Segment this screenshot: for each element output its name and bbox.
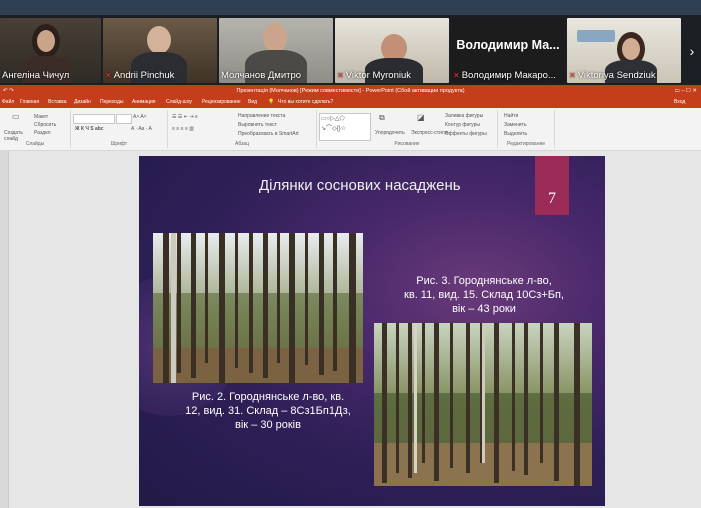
tell-me-box[interactable]: Что вы хотите сделать? [278,97,333,108]
group-label: Редактирование [506,141,546,147]
layout-button[interactable]: Макет [34,114,48,120]
lightbulb-icon: 💡 [268,99,275,105]
tab-insert[interactable]: Вставка [48,97,67,108]
forest-photo-1-image [153,233,363,383]
align-icon[interactable]: ≡ ≡ ≡ ≡ ▥ [172,126,194,132]
tab-file[interactable]: Файл [2,97,14,108]
shape-fill-button[interactable]: Заливка фигуры [445,113,483,119]
replace-button[interactable]: Заменить [504,122,526,128]
slide-title: Ділянки соснових насаджень [259,177,461,194]
participant-video-off-label: Володимир Ма... [456,38,560,52]
find-button[interactable]: Найти [504,113,518,119]
tab-slideshow[interactable]: Слайд-шоу [166,97,192,108]
shapes-icon: ▭○▷△⬠ [321,116,345,122]
signin-link[interactable]: Вход [674,97,685,108]
caption-figure-3: Рис. 3. Городнянське л-во, кв. 11, вид. … [379,274,589,316]
tab-animation[interactable]: Анимация [132,97,155,108]
mic-muted-icon: ✕ [337,71,344,80]
participant-tile[interactable]: Молчанов Дмитро [219,18,333,83]
participant-tile[interactable]: Ангеліна Чичул [0,18,101,83]
window-title: Презентація (Молчанов) [Режим совместимо… [236,88,465,94]
caption-figure-2: Рис. 2. Городнянське л-во, кв. 12, вид. … [143,390,393,432]
caption-line: 12, вид. 31. Склад – 8Сз1Бп1Дз, [185,405,351,417]
mic-muted-icon: ✕ [453,71,460,80]
ribbon-group-editing: Найти Заменить Выделить Редактирование [498,110,555,148]
ribbon-group-slides: ▭ Создать слайд Макет Сбросить Раздел Сл… [0,110,71,148]
tab-view[interactable]: Вид [248,97,257,108]
group-label: Абзац [234,141,250,147]
quick-styles-icon[interactable]: ◪ [417,113,425,122]
chevron-right-icon[interactable]: › [685,41,699,61]
caption-line: вік – 43 роки [452,303,516,315]
shape-effects-button[interactable]: Эффекты фигуры [445,131,487,137]
participant-name: Молчанов Дмитро [221,70,302,81]
ribbon-group-font: A˄ A˅ Ж К Ч S abc A · Aa · A Шрифт [71,110,168,148]
slide-number: 7 [535,156,569,215]
font-size-field[interactable] [116,114,132,124]
ribbon: ▭ Создать слайд Макет Сбросить Раздел Сл… [0,108,701,151]
text-direction-button[interactable]: Направление текста [238,113,285,119]
participant-name: ✕ Andrii Pinchuk [105,70,175,81]
list-icon[interactable]: ☰ ☰ ⇤ ⇥ ≡ [172,114,198,120]
group-label: Шрифт [110,141,128,147]
font-name-field[interactable] [73,114,115,124]
arrange-icon[interactable]: ⧉ [379,113,385,123]
group-label: Рисование [394,141,420,147]
tab-home[interactable]: Главная [20,97,39,108]
select-button[interactable]: Выделить [504,131,527,137]
tab-review[interactable]: Рецензирование [202,97,241,108]
window-controls[interactable]: ▭ – ☐ ✕ [675,85,697,97]
participant-name: Ангеліна Чичул [2,70,70,81]
caption-line: Рис. 2. Городнянське л-во, кв. [191,391,345,403]
participant-video-strip: Ангеліна Чичул ✕ Andrii Pinchuk Молчанов … [0,15,701,85]
slide-canvas[interactable]: Ділянки соснових насаджень 7 Рис. 2. Гор… [139,156,605,506]
smartart-button[interactable]: Преобразовать в SmartArt [238,131,299,137]
mic-muted-icon: ✕ [105,71,112,80]
group-label: Слайды [25,141,45,147]
section-button[interactable]: Раздел [34,130,51,136]
arrange-button[interactable]: Упорядочить [375,130,405,136]
forest-photo-1 [153,233,363,383]
participant-tile[interactable]: ✕ Andrii Pinchuk [103,18,217,83]
participant-name: ✕ Володимир Макаро... [453,70,556,81]
forest-photo-2 [374,323,592,486]
font-grow-icon[interactable]: A˄ A˅ [133,114,147,120]
new-slide-icon[interactable]: ▭ [12,112,20,121]
shape-outline-button[interactable]: Контур фигуры [445,122,480,128]
font-color-icon[interactable]: A · Aa · A [131,126,152,132]
powerpoint-title-bar: ↶ ↷ Презентація (Молчанов) [Режим совмес… [0,85,701,97]
window-top-bar [0,0,701,15]
reset-button[interactable]: Сбросить [34,122,56,128]
ribbon-tabs: Файл Главная Вставка Дизайн Переходы Ани… [0,97,701,108]
quick-styles-button[interactable]: Экспресс-стили [411,130,448,136]
participant-tile[interactable]: ✕ Viktoriya Sendziuk [567,18,681,83]
participant-tile[interactable]: ✕ Viktor Myroniuk [335,18,449,83]
ribbon-group-paragraph: ☰ ☰ ⇤ ⇥ ≡ ≡ ≡ ≡ ≡ ▥ Направление текста В… [168,110,317,148]
slide-thumbnails-pane[interactable] [0,151,9,508]
align-text-button[interactable]: Выровнять текст [238,122,277,128]
bold-icon[interactable]: Ж К Ч S abc [75,126,104,132]
tab-design[interactable]: Дизайн [74,97,91,108]
participant-name: ✕ Viktoriya Sendziuk [569,70,656,81]
shapes-icon: ↘⌒◇{}☆ [321,126,347,132]
participant-name: ✕ Viktor Myroniuk [337,70,411,81]
forest-photo-2-image [374,323,592,486]
ribbon-group-drawing: ▭○▷△⬠ ↘⌒◇{}☆ ⧉ Упорядочить ◪ Экспресс-ст… [317,110,498,148]
tab-transitions[interactable]: Переходы [100,97,123,108]
caption-line: вік – 30 років [235,419,301,431]
mic-muted-icon: ✕ [569,71,576,80]
participant-tile[interactable]: Володимир Ма... ✕ Володимир Макаро... [451,18,565,83]
caption-line: кв. 11, вид. 15. Склад 10Сз+Бп, [404,289,564,301]
caption-line: Рис. 3. Городнянське л-во, [416,275,552,287]
